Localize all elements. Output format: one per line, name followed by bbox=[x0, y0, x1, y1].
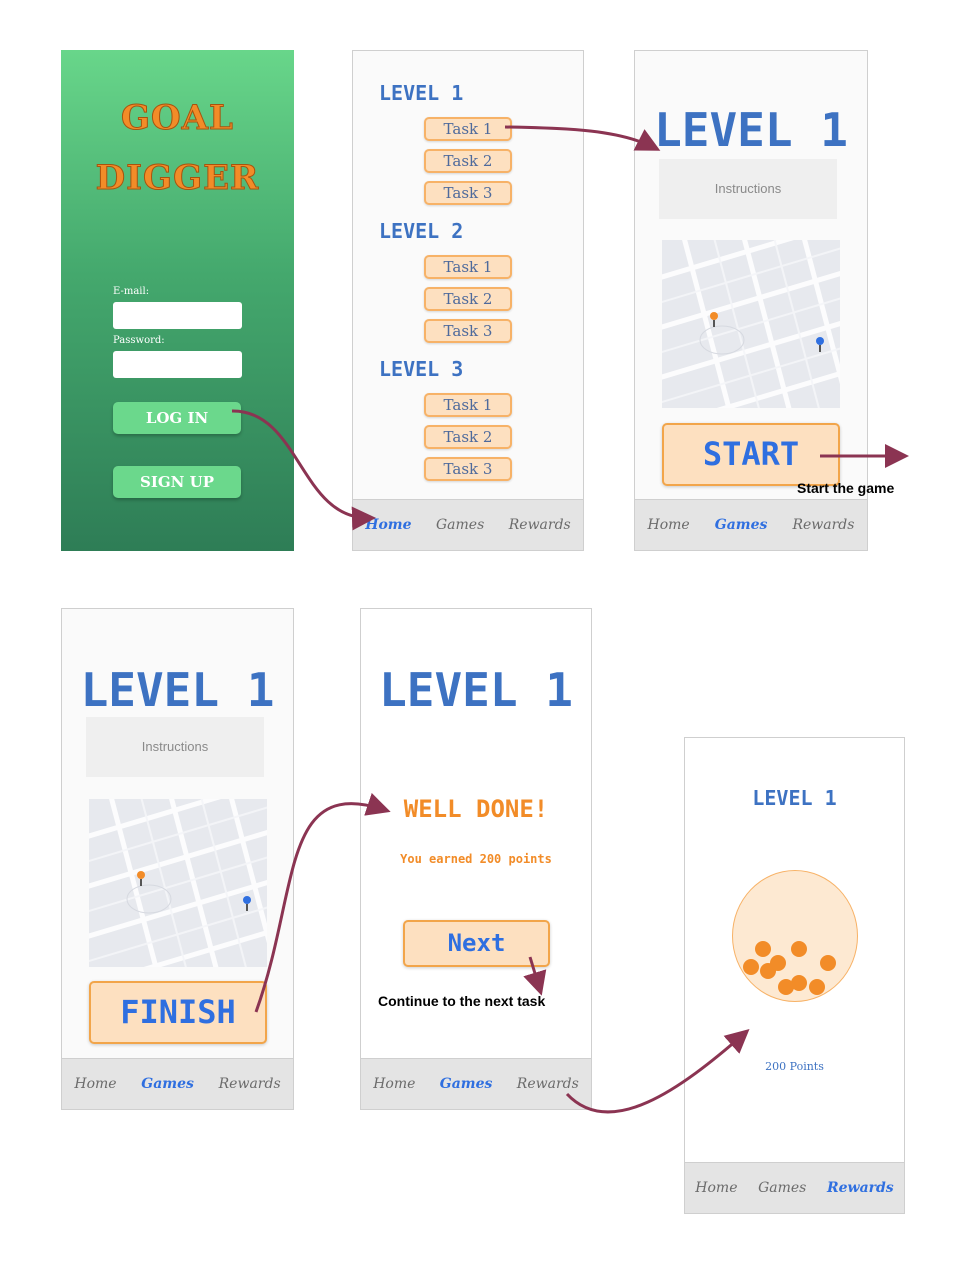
nav-games[interactable]: Games bbox=[758, 1180, 806, 1196]
start-pin-icon bbox=[137, 871, 145, 879]
level-title: LEVEL 1 bbox=[80, 663, 275, 717]
nav-home[interactable]: Home bbox=[695, 1180, 737, 1196]
home-screen: LEVEL 1 Task 1 Task 2 Task 3 LEVEL 2 Tas… bbox=[352, 50, 584, 551]
bottom-nav: Home Games Rewards bbox=[62, 1058, 293, 1109]
app-title-goal: GOAL bbox=[121, 98, 234, 139]
points-total: 200 Points bbox=[765, 1060, 824, 1073]
start-caption: Start the game bbox=[797, 480, 895, 496]
nav-rewards[interactable]: Rewards bbox=[509, 517, 571, 533]
login-button[interactable]: LOG IN bbox=[113, 402, 241, 434]
level-3-task-3-button[interactable]: Task 3 bbox=[424, 457, 512, 481]
nav-rewards[interactable]: Rewards bbox=[517, 1076, 579, 1092]
map-view[interactable] bbox=[89, 799, 267, 967]
well-done-screen: LEVEL 1 WELL DONE! You earned 200 points… bbox=[360, 608, 592, 1110]
rewards-screen: LEVEL 1 200 Points Home Games Rewards bbox=[684, 737, 905, 1214]
game-finish-screen: LEVEL 1 Instructions FINISH Home Games R… bbox=[61, 608, 294, 1110]
nav-home[interactable]: Home bbox=[373, 1076, 415, 1092]
level-3-heading: LEVEL 3 bbox=[379, 357, 464, 381]
well-done-heading: WELL DONE! bbox=[403, 795, 549, 823]
instructions-box: Instructions bbox=[659, 159, 837, 219]
game-start-screen: LEVEL 1 Instructions START Home Games Re… bbox=[634, 50, 868, 551]
level-1-task-2-button[interactable]: Task 2 bbox=[424, 149, 512, 173]
bottom-nav: Home Games Rewards bbox=[353, 499, 583, 550]
level-title: LEVEL 1 bbox=[752, 786, 837, 810]
start-pin-stem bbox=[713, 320, 715, 327]
email-field[interactable] bbox=[113, 302, 242, 329]
nav-games[interactable]: Games bbox=[715, 517, 768, 533]
start-pin-stem bbox=[140, 879, 142, 886]
start-pin-icon bbox=[710, 312, 718, 320]
level-2-heading: LEVEL 2 bbox=[379, 219, 464, 243]
nav-home[interactable]: Home bbox=[648, 517, 690, 533]
points-message: You earned 200 points bbox=[400, 852, 552, 866]
map-view[interactable] bbox=[662, 240, 840, 408]
goal-pin-icon bbox=[816, 337, 824, 345]
password-label: Password: bbox=[113, 335, 165, 346]
goal-pin-stem bbox=[246, 904, 248, 911]
level-1-task-3-button[interactable]: Task 3 bbox=[424, 181, 512, 205]
reward-coin bbox=[755, 941, 771, 957]
bottom-nav: Home Games Rewards bbox=[361, 1058, 591, 1109]
nav-rewards[interactable]: Rewards bbox=[827, 1180, 894, 1196]
level-3-task-1-button[interactable]: Task 1 bbox=[424, 393, 512, 417]
goal-pin-stem bbox=[819, 345, 821, 352]
level-title: LEVEL 1 bbox=[379, 663, 573, 717]
nav-games[interactable]: Games bbox=[440, 1076, 493, 1092]
level-2-task-3-button[interactable]: Task 3 bbox=[424, 319, 512, 343]
reward-coin bbox=[809, 979, 825, 995]
finish-button[interactable]: FINISH bbox=[89, 981, 267, 1044]
signup-button[interactable]: SIGN UP bbox=[113, 466, 241, 498]
next-button[interactable]: Next bbox=[403, 920, 550, 967]
bottom-nav: Home Games Rewards bbox=[635, 499, 867, 550]
instructions-box: Instructions bbox=[86, 717, 264, 777]
start-button[interactable]: START bbox=[662, 423, 840, 486]
password-field[interactable] bbox=[113, 351, 242, 378]
level-3-task-2-button[interactable]: Task 2 bbox=[424, 425, 512, 449]
nav-games[interactable]: Games bbox=[141, 1076, 194, 1092]
app-title-digger: DIGGER bbox=[95, 158, 260, 199]
email-label: E-mail: bbox=[113, 286, 150, 297]
level-2-task-1-button[interactable]: Task 1 bbox=[424, 255, 512, 279]
level-2-task-2-button[interactable]: Task 2 bbox=[424, 287, 512, 311]
next-caption: Continue to the next task bbox=[378, 993, 546, 1009]
nav-home[interactable]: Home bbox=[74, 1076, 116, 1092]
nav-rewards[interactable]: Rewards bbox=[792, 517, 854, 533]
nav-rewards[interactable]: Rewards bbox=[219, 1076, 281, 1092]
level-1-heading: LEVEL 1 bbox=[379, 81, 464, 105]
reward-jar bbox=[732, 870, 858, 1002]
map-graphic bbox=[662, 240, 840, 408]
reward-coin bbox=[778, 979, 794, 995]
level-title: LEVEL 1 bbox=[654, 103, 848, 157]
login-screen: GOAL DIGGER E-mail: Password: LOG IN SIG… bbox=[61, 50, 294, 551]
nav-games[interactable]: Games bbox=[436, 517, 484, 533]
reward-coin bbox=[820, 955, 836, 971]
goal-pin-icon bbox=[243, 896, 251, 904]
bottom-nav: Home Games Rewards bbox=[685, 1162, 904, 1213]
reward-coin bbox=[743, 959, 759, 975]
map-graphic bbox=[89, 799, 267, 967]
reward-coin bbox=[770, 955, 786, 971]
level-1-task-1-button[interactable]: Task 1 bbox=[424, 117, 512, 141]
nav-home[interactable]: Home bbox=[365, 517, 411, 533]
reward-coin bbox=[791, 941, 807, 957]
